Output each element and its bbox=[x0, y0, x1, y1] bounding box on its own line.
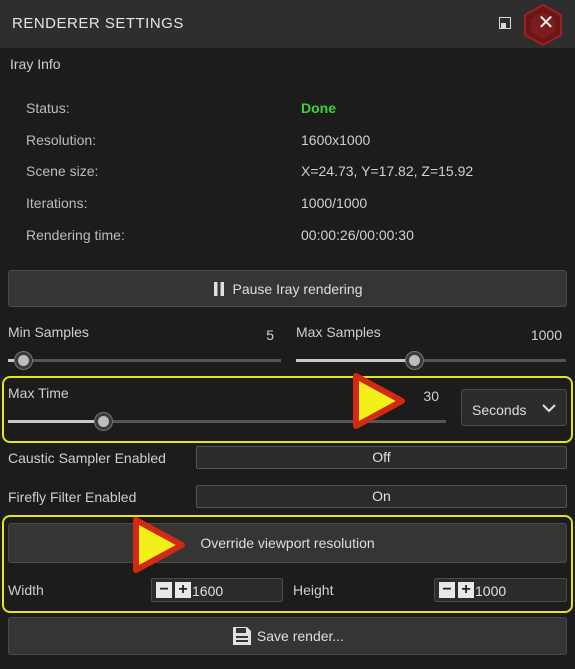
width-decrement-button[interactable]: − bbox=[156, 582, 172, 598]
iterations-label: Iterations: bbox=[26, 195, 88, 211]
max-samples-slider[interactable] bbox=[296, 352, 566, 369]
scene-size-label: Scene size: bbox=[26, 163, 99, 179]
width-value[interactable]: 1600 bbox=[192, 583, 223, 599]
close-icon[interactable]: ✕ bbox=[536, 12, 556, 34]
height-value[interactable]: 1000 bbox=[475, 583, 506, 599]
iray-info-heading: Iray Info bbox=[10, 56, 61, 72]
max-samples-slider-thumb[interactable] bbox=[406, 352, 423, 369]
rendering-time-value: 00:00:26/00:00:30 bbox=[301, 227, 414, 243]
width-label: Width bbox=[8, 582, 44, 598]
height-stepper[interactable]: − + 1000 bbox=[434, 578, 567, 602]
override-viewport-resolution-button[interactable]: Override viewport resolution bbox=[8, 523, 567, 563]
height-decrement-button[interactable]: − bbox=[439, 582, 455, 598]
max-time-slider-thumb[interactable] bbox=[95, 413, 112, 430]
min-samples-label: Min Samples bbox=[8, 324, 89, 340]
max-samples-slider-fill bbox=[296, 359, 415, 362]
pause-button-label: Pause Iray rendering bbox=[232, 280, 363, 297]
height-increment-button[interactable]: + bbox=[458, 582, 474, 598]
min-samples-slider-thumb[interactable] bbox=[15, 352, 32, 369]
play-arrow-annotation-icon bbox=[133, 517, 185, 573]
max-time-unit-value: Seconds bbox=[472, 402, 527, 418]
firefly-filter-toggle[interactable]: On bbox=[196, 485, 567, 508]
width-increment-button[interactable]: + bbox=[175, 582, 191, 598]
title-bar: RENDERER SETTINGS ✕ bbox=[0, 0, 575, 48]
max-time-slider-fill bbox=[8, 420, 104, 423]
max-samples-value: 1000 bbox=[530, 327, 562, 343]
min-samples-slider[interactable] bbox=[8, 352, 281, 369]
save-render-button[interactable]: Save render... bbox=[8, 617, 567, 655]
override-button-label: Override viewport resolution bbox=[200, 535, 375, 551]
min-samples-value: 5 bbox=[266, 327, 274, 343]
chevron-down-icon bbox=[542, 404, 556, 413]
resolution-label: Resolution: bbox=[26, 132, 97, 148]
height-label: Height bbox=[293, 582, 334, 598]
pause-iray-rendering-button[interactable]: Pause Iray rendering bbox=[8, 270, 567, 307]
play-arrow-annotation-icon bbox=[353, 373, 405, 429]
max-samples-label: Max Samples bbox=[296, 324, 381, 340]
pause-icon bbox=[213, 281, 224, 296]
status-value: Done bbox=[301, 100, 336, 116]
rendering-time-label: Rendering time: bbox=[26, 227, 125, 243]
caustic-sampler-toggle[interactable]: Off bbox=[196, 446, 567, 469]
max-time-unit-select[interactable]: Seconds bbox=[461, 389, 567, 426]
max-time-label: Max Time bbox=[8, 385, 69, 401]
restore-icon[interactable] bbox=[499, 17, 511, 29]
resolution-value: 1600x1000 bbox=[301, 132, 371, 148]
window-title: RENDERER SETTINGS bbox=[12, 15, 184, 32]
caustic-sampler-label: Caustic Sampler Enabled bbox=[8, 450, 166, 466]
status-label: Status: bbox=[26, 100, 70, 116]
firefly-filter-label: Firefly Filter Enabled bbox=[8, 489, 137, 505]
save-icon bbox=[232, 627, 251, 645]
scene-size-value: X=24.73, Y=17.82, Z=15.92 bbox=[301, 163, 474, 179]
width-stepper[interactable]: − + 1600 bbox=[151, 578, 283, 602]
save-render-label: Save render... bbox=[256, 628, 345, 644]
iterations-value: 1000/1000 bbox=[301, 195, 368, 211]
